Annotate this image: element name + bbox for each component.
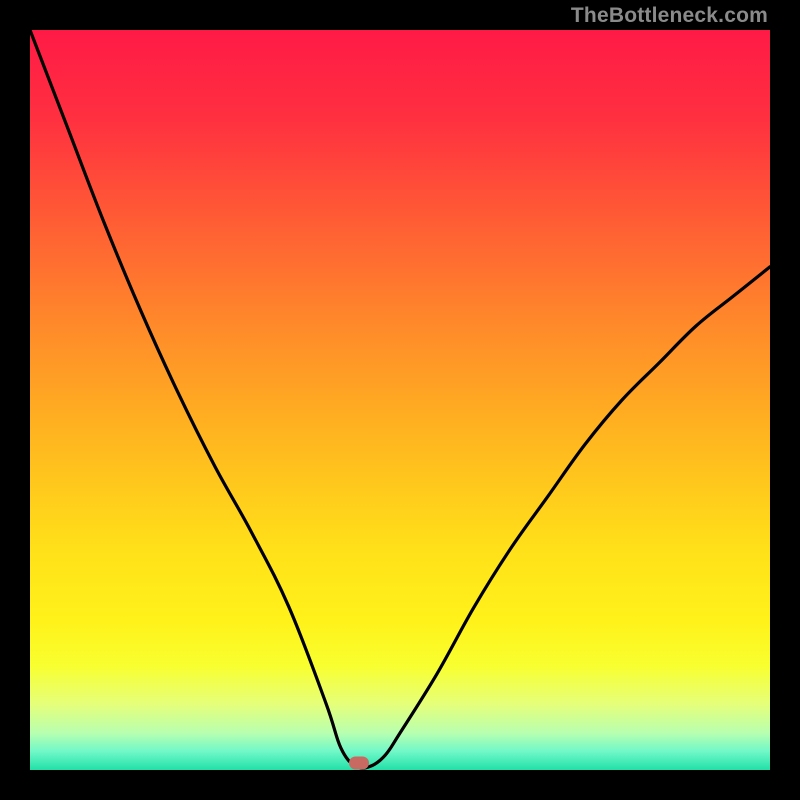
plot-area [30, 30, 770, 770]
optimum-marker [349, 756, 369, 769]
chart-frame: TheBottleneck.com [0, 0, 800, 800]
bottleneck-curve [30, 30, 770, 770]
watermark-text: TheBottleneck.com [571, 4, 768, 28]
